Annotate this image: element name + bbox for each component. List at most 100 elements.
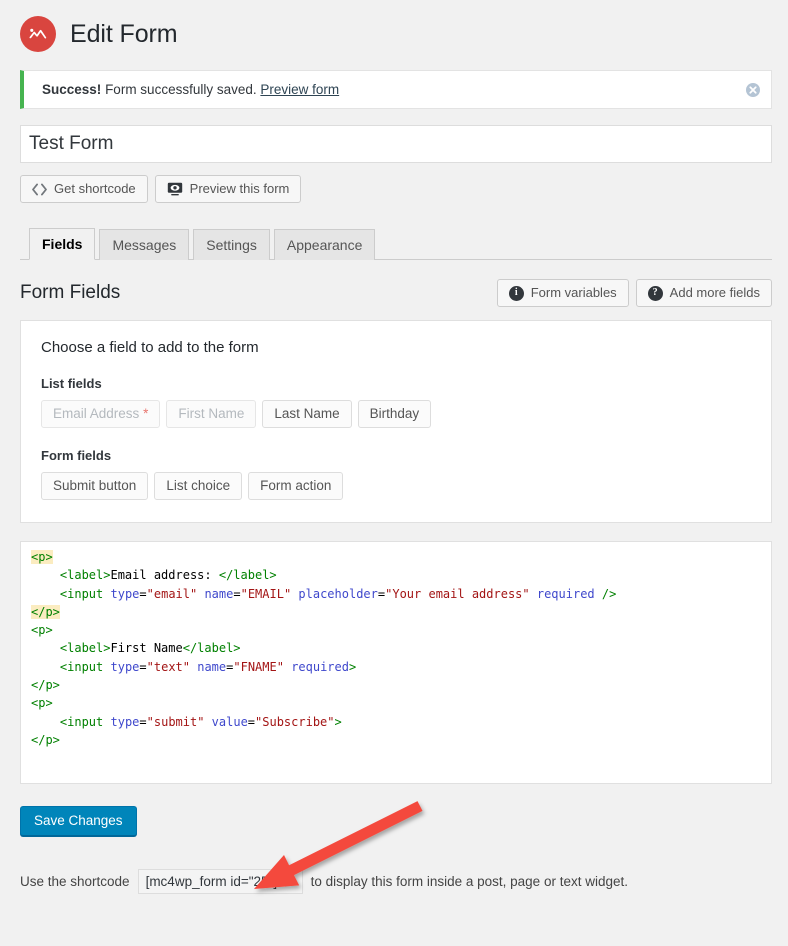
save-row: Save Changes	[20, 806, 788, 836]
code-token: First Name	[110, 641, 183, 656]
notice-body: Form successfully saved.	[105, 82, 257, 97]
code-token: <input	[59, 659, 104, 674]
form-fields-label: Form fields	[41, 448, 112, 463]
form-title-input[interactable]	[20, 125, 772, 163]
field-chip-birthday[interactable]: Birthday	[357, 400, 432, 428]
notice-strong: Success!	[42, 82, 102, 97]
tab-settings[interactable]: Settings	[193, 229, 270, 260]
code-token: name	[204, 586, 234, 601]
section-action-buttons: i Form variables ? Add more fields	[496, 279, 772, 307]
add-more-fields-label: Add more fields	[669, 285, 760, 300]
code-token: type	[110, 659, 140, 674]
form-action-buttons: Get shortcode Preview this form	[20, 175, 788, 203]
notice-message: Success! Form successfully saved. Previe…	[24, 82, 339, 97]
shortcode-input[interactable]	[137, 869, 303, 894]
code-token: =	[247, 714, 256, 729]
code-token: =	[139, 586, 147, 601]
dismiss-circle-icon[interactable]	[745, 82, 761, 98]
code-token: </label>	[182, 641, 241, 656]
required-asterisk: *	[143, 406, 149, 421]
tab-fields[interactable]: Fields	[29, 228, 96, 260]
code-token: </p>	[31, 678, 60, 693]
get-shortcode-label: Get shortcode	[54, 181, 136, 196]
code-token: Email address:	[110, 568, 219, 583]
success-notice: Success! Form successfully saved. Previe…	[20, 70, 772, 109]
shortcode-hint: Use the shortcode to display this form i…	[20, 869, 788, 894]
code-token: "text"	[146, 659, 190, 674]
add-more-fields-button[interactable]: ? Add more fields	[635, 279, 772, 307]
code-token: name	[197, 659, 227, 674]
field-chip-form-action[interactable]: Form action	[248, 472, 344, 500]
form-editor-tabs: Fields Messages Settings Appearance	[20, 227, 772, 260]
page-header: Edit Form	[0, 0, 788, 54]
code-token: <label>	[59, 568, 111, 583]
code-token: "email"	[146, 586, 198, 601]
code-token: >	[334, 714, 342, 729]
tab-appearance[interactable]: Appearance	[273, 229, 376, 260]
form-fields-section-header: Form Fields i Form variables ? Add more …	[20, 278, 772, 308]
section-title: Form Fields	[20, 282, 121, 303]
code-token: "Subscribe"	[255, 714, 335, 729]
code-token: <label>	[59, 641, 111, 656]
get-shortcode-button[interactable]: Get shortcode	[20, 175, 148, 203]
preview-form-link[interactable]: Preview form	[260, 82, 339, 97]
list-fields-label: List fields	[41, 376, 102, 391]
field-chip-list-choice[interactable]: List choice	[154, 472, 243, 500]
field-chooser-title: Choose a field to add to the form	[41, 339, 259, 356]
form-fields-chips: Submit button List choice Form action	[41, 472, 751, 500]
preview-this-form-button[interactable]: Preview this form	[154, 175, 302, 203]
field-chip-email-address[interactable]: Email Address *	[41, 400, 161, 428]
code-token: value	[211, 714, 248, 729]
page-title: Edit Form	[70, 20, 178, 48]
code-token: type	[110, 586, 140, 601]
mailchimp-logo-icon	[20, 16, 56, 52]
code-token: />	[601, 586, 617, 601]
code-brackets-icon	[32, 183, 47, 196]
code-token: "EMAIL"	[240, 586, 292, 601]
list-fields-chips: Email Address * First Name Last Name Bir…	[41, 400, 751, 428]
code-token: required	[291, 659, 349, 674]
field-chip-last-name[interactable]: Last Name	[262, 400, 352, 428]
code-token: </label>	[218, 568, 277, 583]
code-token: type	[110, 714, 140, 729]
code-token: =	[233, 586, 241, 601]
chip-label: Email Address	[53, 406, 140, 421]
shortcode-suffix: to display this form inside a post, page…	[310, 874, 628, 889]
shortcode-prefix: Use the shortcode	[20, 874, 130, 889]
code-token: <p>	[31, 696, 53, 711]
preview-this-form-label: Preview this form	[189, 181, 290, 196]
code-token: </p>	[31, 732, 60, 747]
field-chip-submit-button[interactable]: Submit button	[41, 472, 149, 500]
form-variables-button[interactable]: i Form variables	[496, 279, 629, 307]
field-chip-first-name[interactable]: First Name	[166, 400, 257, 428]
code-token: "submit"	[146, 714, 205, 729]
code-token: placeholder	[298, 586, 378, 601]
help-circle-icon: ?	[647, 285, 663, 301]
code-token: "Your email address"	[385, 586, 530, 601]
save-changes-button[interactable]: Save Changes	[20, 806, 137, 836]
visibility-eye-icon	[167, 182, 183, 196]
form-variables-label: Form variables	[530, 285, 617, 300]
code-token: <p>	[31, 550, 53, 564]
code-editor-content[interactable]: <p> <label>Email address: </label> <inpu…	[31, 548, 771, 749]
code-token: "FNAME"	[233, 659, 284, 674]
code-token: <input	[59, 714, 104, 729]
info-circle-icon: i	[508, 285, 524, 301]
code-token: <input	[59, 586, 104, 601]
code-token: =	[139, 659, 147, 674]
tab-messages[interactable]: Messages	[99, 229, 190, 260]
code-token: <p>	[31, 623, 53, 638]
form-markup-editor[interactable]: <p> <label>Email address: </label> <inpu…	[20, 541, 772, 784]
code-token: </p>	[31, 604, 60, 619]
